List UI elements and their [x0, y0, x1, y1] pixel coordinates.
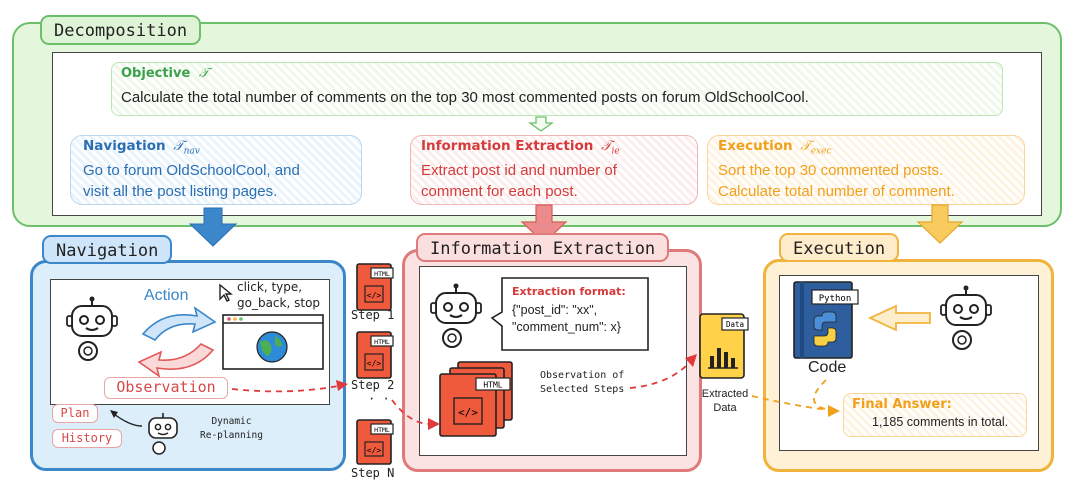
code-to-answer-arrow	[813, 379, 831, 411]
flow-connectors	[231, 354, 840, 430]
steps-to-stack-arrow	[391, 399, 431, 425]
stack-to-data-arrow	[629, 361, 691, 389]
observation-to-step2-arrow	[231, 385, 339, 393]
data-to-answer-arrow	[751, 395, 829, 411]
